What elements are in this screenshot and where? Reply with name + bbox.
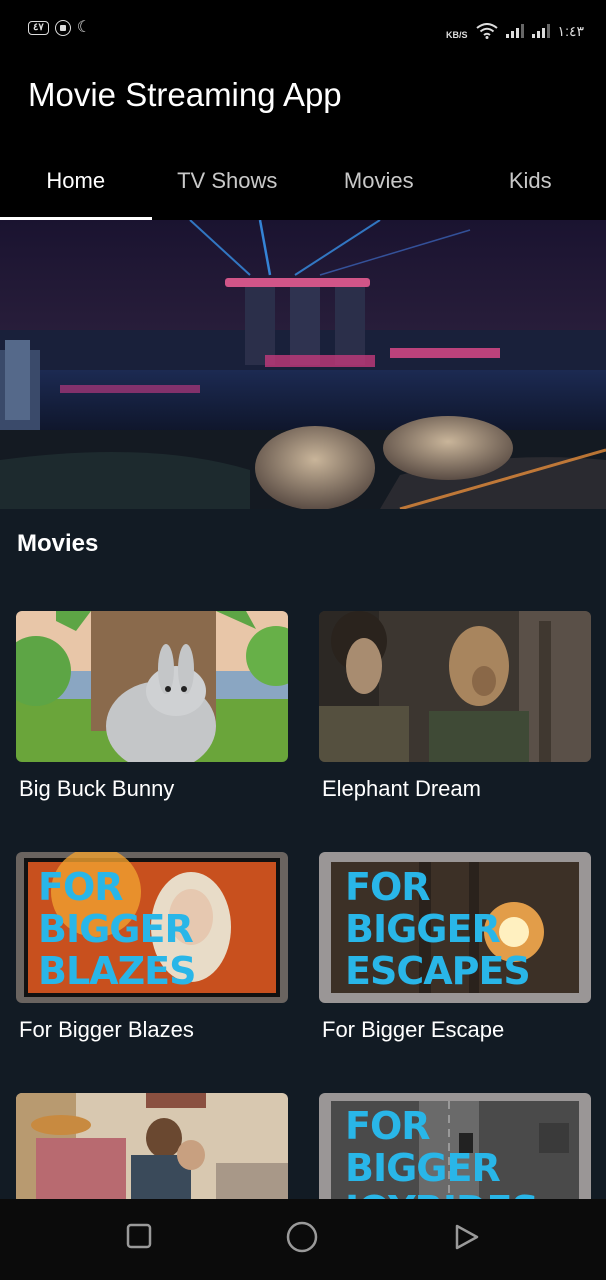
tab-movies[interactable]: Movies — [303, 162, 455, 220]
poster-text-line-1: FOR — [38, 865, 123, 909]
movie-title: Big Buck Bunny — [19, 776, 175, 801]
tab-home[interactable]: Home — [0, 162, 152, 220]
movie-thumbnail[interactable]: FOR BIGGER ESCAPES — [319, 852, 591, 1003]
poster-text-line-3: BLAZES — [38, 949, 195, 993]
status-bar: ٤٧ ☾ KB/S ١:٤٣ — [0, 0, 606, 62]
movie-card[interactable]: FOR BIGGER ESCAPES For Bigger Escape — [319, 852, 591, 1043]
poster-text-line-1: FOR — [345, 1104, 430, 1148]
movie-card[interactable]: FOR BIGGER JOYRIDES — [319, 1093, 591, 1213]
tab-kids[interactable]: Kids — [455, 162, 606, 220]
app-title: Movie Streaming App — [28, 76, 342, 113]
movie-title: For Bigger Blazes — [19, 1017, 194, 1042]
movie-thumbnail[interactable] — [319, 611, 591, 762]
poster-text-line-3: ESCAPES — [345, 949, 530, 993]
net-speed: KB/S — [446, 30, 468, 40]
poster-text-line-2: BIGGER — [38, 907, 193, 951]
movie-thumbnail[interactable]: FOR BIGGER JOYRIDES — [319, 1093, 591, 1199]
status-right: KB/S ١:٤٣ — [446, 22, 584, 41]
tab-tv-shows[interactable]: TV Shows — [152, 162, 304, 220]
movie-card[interactable]: FOR BIGGER BLAZES For Bigger Blazes — [16, 852, 288, 1043]
triangle-back-icon[interactable] — [453, 1223, 481, 1251]
circle-icon[interactable] — [286, 1221, 318, 1253]
movie-card[interactable]: Big Buck Bunny — [16, 611, 288, 802]
movie-card[interactable]: Elephant Dream — [319, 611, 591, 802]
movie-title: For Bigger Escape — [322, 1017, 505, 1042]
clock: ١:٤٣ — [557, 22, 584, 39]
status-left: ٤٧ ☾ — [28, 20, 91, 36]
signal-icon-1 — [505, 24, 524, 38]
movie-thumbnail[interactable] — [16, 1093, 288, 1199]
poster-text-line-1: FOR — [345, 865, 430, 909]
movie-thumbnail[interactable]: FOR BIGGER BLAZES — [16, 852, 288, 1003]
poster-text-line-2: BIGGER — [345, 907, 500, 951]
featured-banner[interactable] — [0, 220, 606, 509]
app-bar: Movie Streaming App Home TV Shows Movies… — [0, 62, 606, 220]
lock-icon — [54, 20, 71, 36]
banner-image — [0, 220, 606, 509]
battery-badge: ٤٧ — [28, 21, 49, 35]
square-icon[interactable] — [126, 1223, 152, 1249]
moon-icon: ☾ — [76, 19, 92, 36]
movie-title: Elephant Dream — [322, 776, 481, 801]
poster-text-line-2: BIGGER — [345, 1146, 500, 1190]
wifi-icon — [475, 23, 498, 39]
section-title: Movies — [17, 530, 99, 557]
system-nav-bar — [0, 1199, 606, 1280]
tab-bar: Home TV Shows Movies Kids — [0, 162, 606, 220]
poster-text-line-3: JOYRIDES — [342, 1188, 538, 1199]
movie-thumbnail[interactable] — [16, 611, 288, 762]
movie-card[interactable] — [16, 1093, 288, 1213]
signal-icon-2 — [531, 24, 550, 38]
